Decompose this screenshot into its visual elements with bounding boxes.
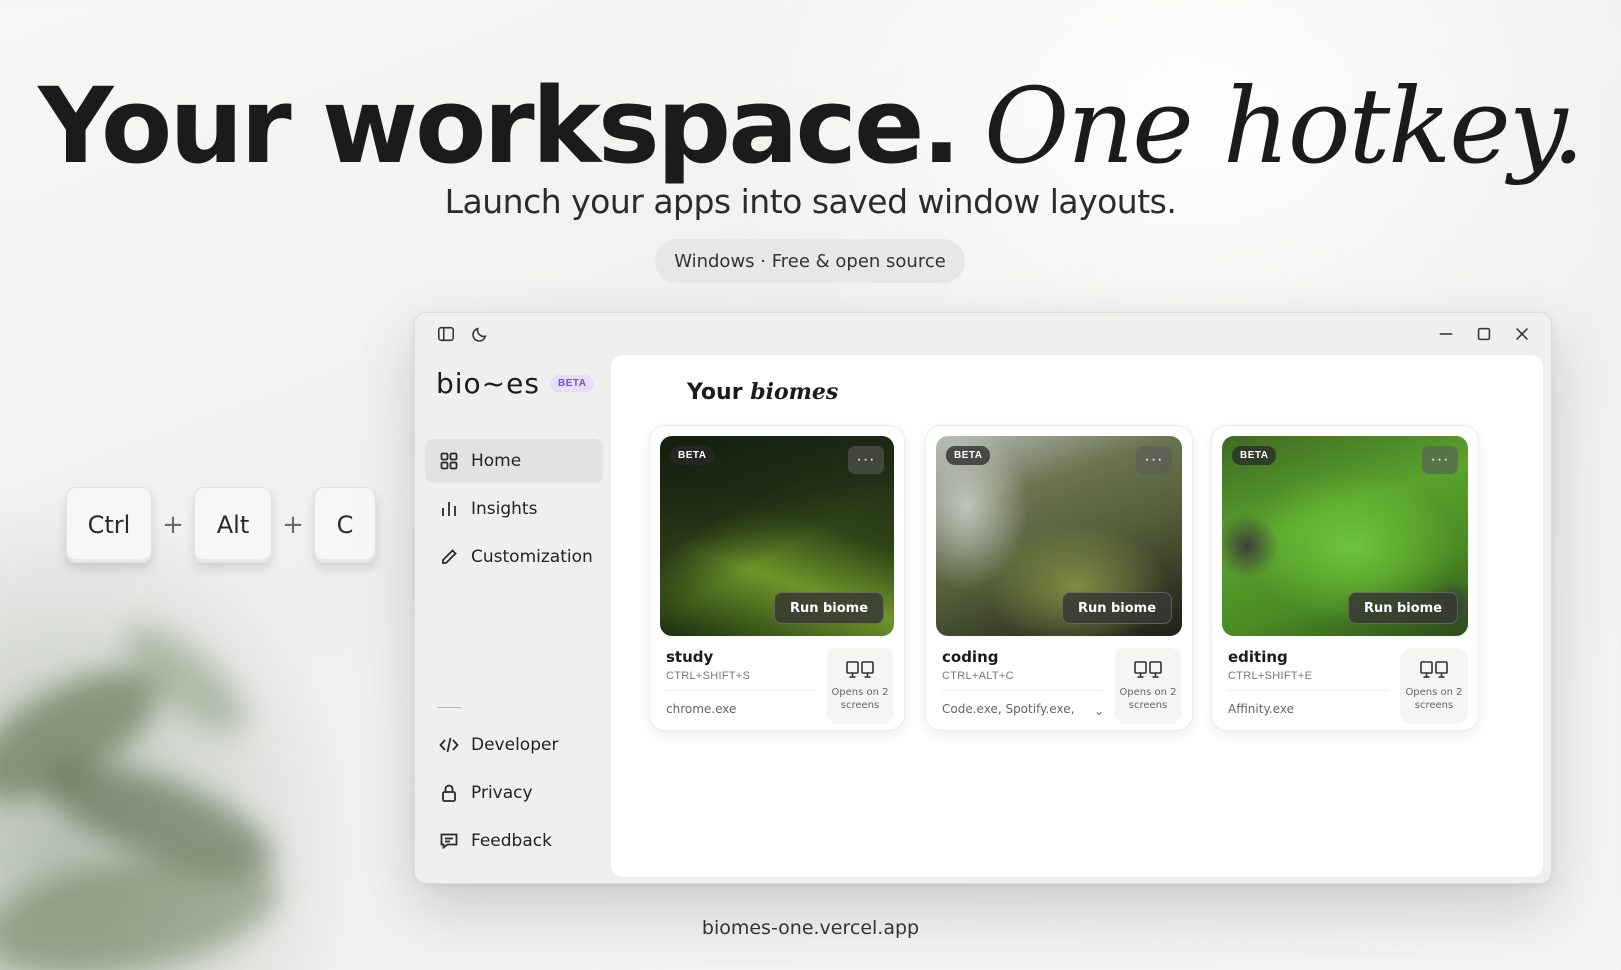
biome-image: BETA ··· Run biome <box>1222 436 1468 636</box>
biome-hotkey: CTRL+SHIFT+E <box>1228 670 1313 682</box>
beta-badge: BETA <box>946 446 991 465</box>
key-plus: + <box>162 510 184 540</box>
run-biome-button[interactable]: Run biome <box>1062 592 1172 624</box>
lock-icon <box>442 784 456 802</box>
main-panel: Your biomes BETA ··· Run biome study CTR… <box>611 355 1543 877</box>
more-options-button[interactable]: ··· <box>848 446 884 474</box>
biome-image: BETA ··· Run biome <box>936 436 1182 636</box>
moon-icon[interactable] <box>469 323 491 345</box>
app-window: bio~es BETA Home Insights Customization … <box>414 312 1552 884</box>
grid-icon <box>440 452 458 470</box>
titlebar-left-controls <box>435 323 491 345</box>
page-title-plain: Your <box>687 380 743 405</box>
run-biome-button[interactable]: Run biome <box>1348 592 1458 624</box>
page-title: Your biomes <box>687 379 838 405</box>
beta-badge: BETA <box>549 375 595 392</box>
minimize-icon[interactable] <box>1435 323 1457 345</box>
sidebar-item-developer[interactable]: Developer <box>425 723 603 767</box>
run-biome-button[interactable]: Run biome <box>774 592 884 624</box>
dual-monitor-icon <box>846 661 874 678</box>
hero-title-italic: One hotkey. <box>984 65 1585 187</box>
dual-monitor-icon <box>1134 661 1162 678</box>
sidebar-toggle-icon[interactable] <box>435 323 457 345</box>
sidebar-item-home[interactable]: Home <box>425 439 603 483</box>
biome-apps: chrome.exe <box>666 702 737 716</box>
biome-card-editing[interactable]: BETA ··· Run biome editing CTRL+SHIFT+E … <box>1211 425 1479 731</box>
sidebar-nav: Home Insights Customization <box>425 439 603 583</box>
card-divider <box>1228 690 1388 691</box>
key-c: C <box>314 487 376 563</box>
key-plus: + <box>282 510 304 540</box>
code-icon <box>439 737 459 753</box>
app-logo: bio~es BETA <box>436 367 595 400</box>
sidebar-item-label: Insights <box>471 499 538 519</box>
sidebar-item-privacy[interactable]: Privacy <box>425 771 603 815</box>
close-icon[interactable] <box>1511 323 1533 345</box>
screens-label: Opens on 2 screens <box>831 687 889 711</box>
biome-hotkey: CTRL+SHIFT+S <box>666 670 751 682</box>
sidebar-item-label: Privacy <box>471 783 533 803</box>
card-divider <box>942 690 1102 691</box>
biome-image: BETA ··· Run biome <box>660 436 894 636</box>
biome-card-study[interactable]: BETA ··· Run biome study CTRL+SHIFT+S ch… <box>649 425 905 731</box>
sidebar-item-insights[interactable]: Insights <box>425 487 603 531</box>
message-icon <box>440 833 458 850</box>
platform-pill: Windows · Free & open source <box>655 239 965 283</box>
logo-wordmark: bio~es <box>436 367 540 400</box>
screens-indicator: Opens on 2 screens <box>1400 648 1468 724</box>
hero-headline: Your workspace. One hotkey. <box>0 68 1621 185</box>
beta-badge: BETA <box>670 446 715 465</box>
screens-indicator: Opens on 2 screens <box>1114 648 1182 724</box>
biome-card-coding[interactable]: BETA ··· Run biome coding CTRL+ALT+C Cod… <box>925 425 1193 731</box>
biome-name: coding <box>942 648 999 666</box>
card-divider <box>666 690 816 691</box>
biome-apps: Affinity.exe <box>1228 702 1294 716</box>
sidebar-item-customization[interactable]: Customization <box>425 535 603 579</box>
screens-label: Opens on 2 screens <box>1119 687 1177 711</box>
more-options-button[interactable]: ··· <box>1422 446 1458 474</box>
window-controls <box>1435 323 1533 345</box>
sidebar-item-label: Customization <box>471 547 593 567</box>
biome-name: study <box>666 648 714 666</box>
page-title-italic: biomes <box>750 379 839 405</box>
pencil-icon <box>442 549 457 564</box>
bar-chart-icon <box>442 502 456 516</box>
chevron-down-icon[interactable]: ⌄ <box>1094 704 1104 718</box>
beta-badge: BETA <box>1232 446 1277 465</box>
sidebar-nav-bottom: Developer Privacy Feedback <box>425 723 603 867</box>
key-alt: Alt <box>194 487 272 563</box>
sidebar-item-label: Developer <box>471 735 559 755</box>
biome-apps: Code.exe, Spotify.exe, <box>942 702 1075 716</box>
sidebar-divider <box>437 707 461 708</box>
sidebar-item-label: Feedback <box>471 831 552 851</box>
biome-name: editing <box>1228 648 1288 666</box>
sidebar-item-feedback[interactable]: Feedback <box>425 819 603 863</box>
more-options-button[interactable]: ··· <box>1136 446 1172 474</box>
biome-hotkey: CTRL+ALT+C <box>942 670 1014 682</box>
maximize-icon[interactable] <box>1473 323 1495 345</box>
hero-title-bold: Your workspace. <box>38 65 961 187</box>
sidebar-item-label: Home <box>471 451 522 471</box>
hotkey-combo: Ctrl + Alt + C <box>66 487 376 563</box>
screens-label: Opens on 2 screens <box>1405 687 1463 711</box>
footer-url[interactable]: biomes-one.vercel.app <box>0 917 1621 939</box>
screens-indicator: Opens on 2 screens <box>826 648 894 724</box>
dual-monitor-icon <box>1420 661 1448 678</box>
key-ctrl: Ctrl <box>66 487 152 563</box>
hero-subtitle: Launch your apps into saved window layou… <box>444 182 1177 221</box>
